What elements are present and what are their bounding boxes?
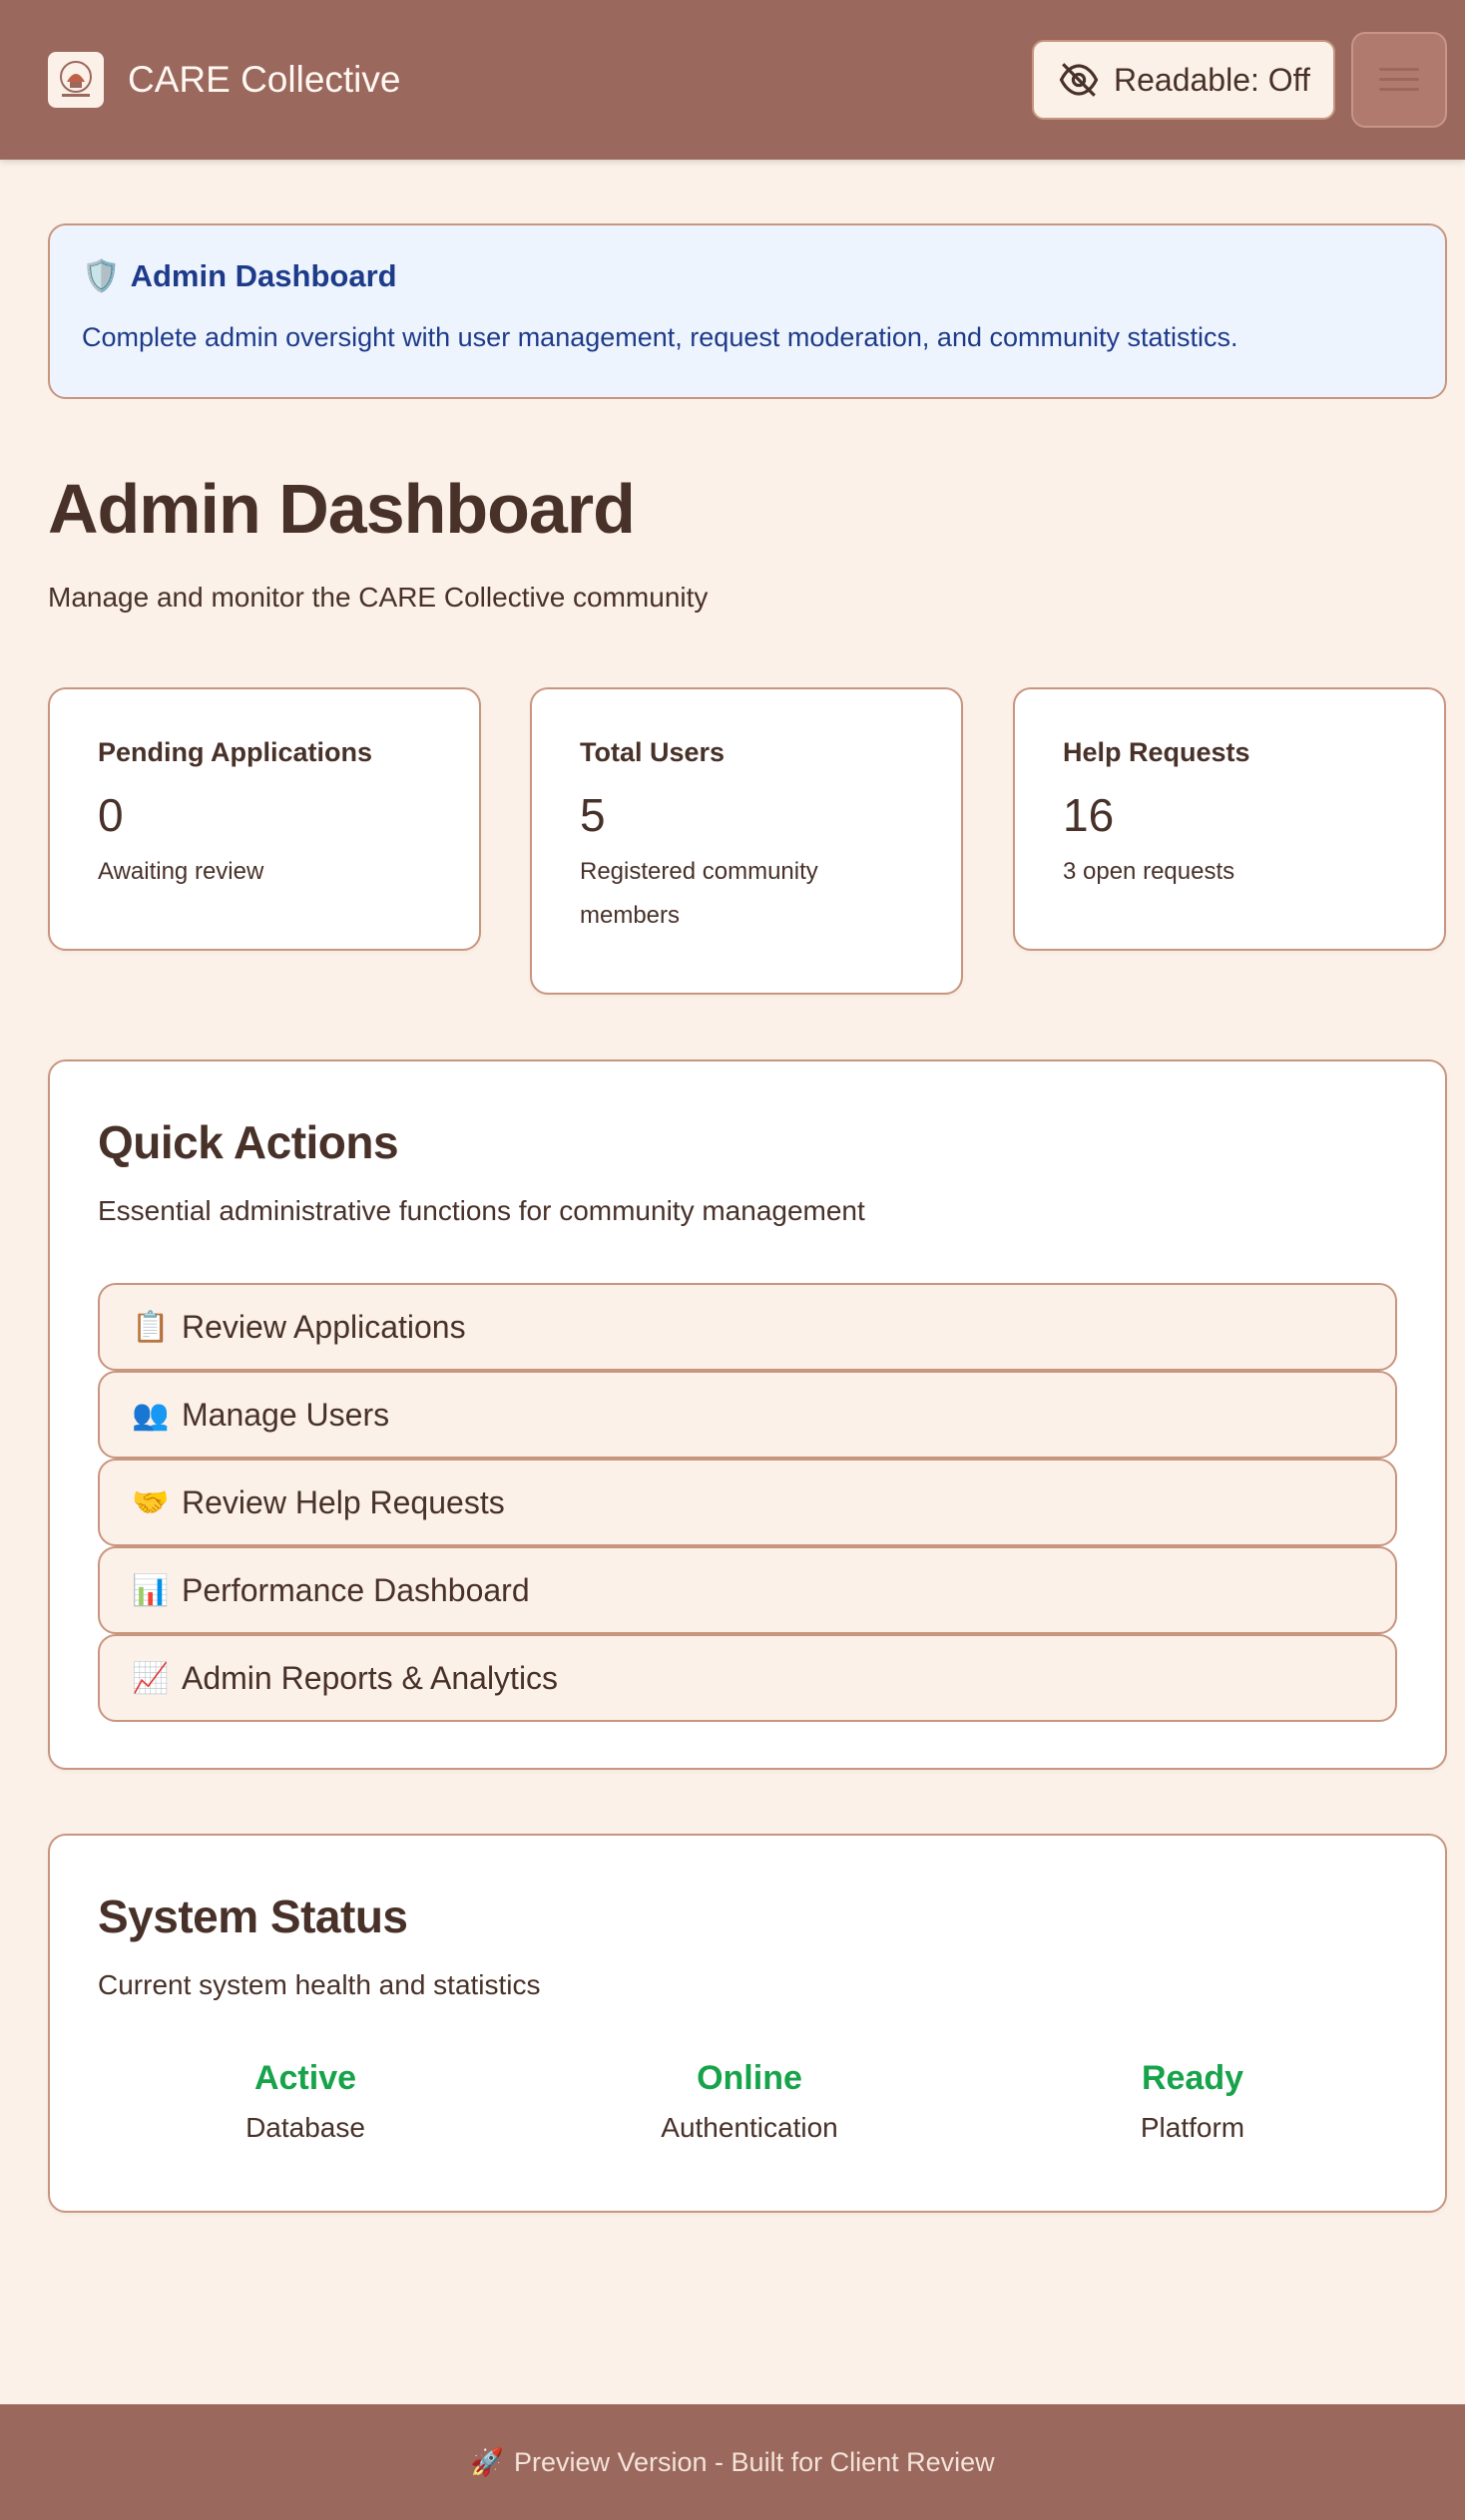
status-database: Active Database [106, 2059, 505, 2144]
action-label: Manage Users [182, 1396, 390, 1433]
admin-info-banner: 🛡️ Admin Dashboard Complete admin oversi… [48, 223, 1447, 399]
stat-description: Registered community members [580, 858, 818, 929]
status-platform: Ready Platform [993, 2059, 1392, 2144]
status-label: Authentication [661, 2112, 838, 2143]
footer-text: Preview Version - Built for Client Revie… [513, 2446, 995, 2477]
stat-label: Help Requests [1063, 737, 1250, 767]
hamburger-menu-icon [1379, 68, 1419, 91]
banner-title: Admin Dashboard [130, 257, 397, 293]
users-icon: 👥 [132, 1398, 170, 1432]
quick-actions-description: Essential administrative functions for c… [98, 1195, 865, 1226]
status-label: Database [245, 2112, 365, 2143]
shield-icon: 🛡️ [82, 258, 121, 293]
review-help-requests-button[interactable]: 🤝 Review Help Requests [98, 1459, 1397, 1546]
quick-actions-panel: Quick Actions Essential administrative f… [48, 1059, 1447, 1770]
stat-value: 16 [1063, 789, 1115, 841]
bar-chart-icon: 📊 [132, 1573, 170, 1607]
system-status-description: Current system health and statistics [98, 1969, 541, 2000]
trending-up-icon: 📈 [132, 1661, 170, 1695]
status-value: Active [253, 2059, 357, 2097]
quick-actions-title: Quick Actions [98, 1116, 399, 1168]
system-status-panel: System Status Current system health and … [48, 1834, 1447, 2213]
stat-value: 5 [580, 789, 606, 841]
logo-emblem-icon [60, 61, 92, 97]
handshake-icon: 🤝 [132, 1485, 170, 1519]
status-authentication: Online Authentication [550, 2059, 949, 2144]
care-collective-logo[interactable] [48, 52, 104, 108]
banner-heading: 🛡️ Admin Dashboard [82, 257, 1413, 294]
status-value: Ready [1141, 2059, 1244, 2097]
stat-label: Pending Applications [98, 737, 373, 767]
readable-toggle-button[interactable]: Readable: Off [1032, 40, 1335, 120]
preview-footer: 🚀 Preview Version - Built for Client Rev… [0, 2404, 1465, 2520]
review-applications-button[interactable]: 📋 Review Applications [98, 1283, 1397, 1371]
status-value: Online [697, 2059, 802, 2097]
performance-dashboard-button[interactable]: 📊 Performance Dashboard [98, 1546, 1397, 1634]
admin-reports-analytics-button[interactable]: 📈 Admin Reports & Analytics [98, 1634, 1397, 1722]
stat-card-pending-applications: Pending Applications 0 Awaiting review [48, 687, 481, 951]
page-subtitle: Manage and monitor the CARE Collective c… [48, 582, 709, 613]
system-status-title: System Status [98, 1890, 408, 1942]
action-label: Performance Dashboard [182, 1571, 530, 1608]
stat-label: Total Users [580, 737, 726, 767]
stat-description: 3 open requests [1063, 858, 1235, 885]
top-navbar: CARE Collective Readable: Off [0, 0, 1465, 160]
clipboard-icon: 📋 [132, 1310, 170, 1344]
menu-button[interactable] [1351, 32, 1447, 128]
page-title: Admin Dashboard [48, 470, 636, 548]
action-label: Review Applications [182, 1308, 466, 1345]
brand-name[interactable]: CARE Collective [128, 56, 400, 104]
banner-text: Complete admin oversight with user manag… [82, 322, 1238, 352]
rocket-icon: 🚀 [470, 2447, 504, 2477]
action-label: Review Help Requests [182, 1483, 505, 1520]
manage-users-button[interactable]: 👥 Manage Users [98, 1371, 1397, 1459]
stat-value: 0 [98, 789, 124, 841]
status-label: Platform [1140, 2112, 1245, 2143]
stat-card-total-users: Total Users 5 Registered community membe… [530, 687, 963, 995]
readable-toggle-label: Readable: Off [1114, 61, 1310, 98]
stat-card-help-requests: Help Requests 16 3 open requests [1013, 687, 1446, 951]
action-label: Admin Reports & Analytics [182, 1659, 559, 1696]
eye-off-icon [1059, 63, 1099, 97]
stat-description: Awaiting review [98, 858, 264, 885]
